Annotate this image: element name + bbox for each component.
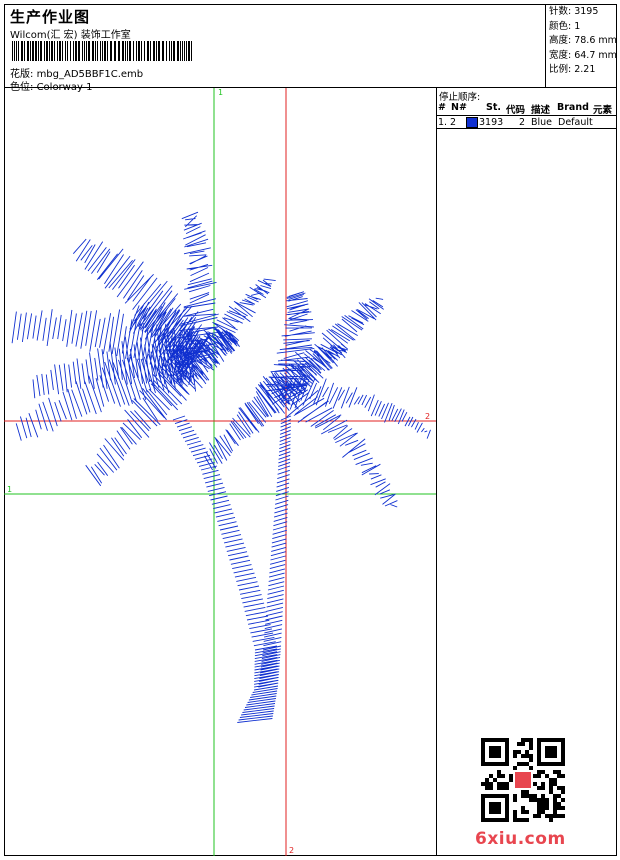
red-bottom-label: 2	[289, 846, 295, 855]
row-code: 2	[519, 117, 526, 128]
col-needle: N#	[451, 102, 467, 113]
design-stats: 针数: 3195 颜色: 1 高度: 78.6 mm 宽度: 64.7 mm 比…	[545, 4, 617, 88]
design-height: 高度: 78.6 mm	[549, 35, 617, 46]
page-title: 生产作业图	[10, 8, 91, 26]
col-code: 代码	[506, 105, 526, 116]
design-width: 宽度: 64.7 mm	[549, 49, 617, 61]
table-row[interactable]: 1. 2 3193 2 Blue Default	[437, 116, 617, 129]
watermark-site: 6xiu.com	[475, 829, 566, 849]
palm-stitches	[11, 211, 431, 723]
row-stitches: 3193	[479, 117, 504, 128]
col-elements: 元素	[593, 105, 613, 116]
company-name: Wilcom(汇 宏) 装饰工作室	[10, 30, 131, 41]
barcode	[12, 41, 193, 61]
stitch-count: 针数: 3195	[549, 6, 599, 17]
header: 生产作业图 Wilcom(汇 宏) 装饰工作室 花版: mbg_AD5BBF1C…	[4, 4, 617, 93]
row-needle: 2	[450, 117, 457, 128]
stitch-path	[11, 211, 431, 723]
row-brand: Default	[558, 117, 593, 128]
col-index: #	[438, 102, 446, 113]
design-canvas: 1 1 2 2	[4, 88, 437, 856]
col-stitches: St.	[486, 102, 501, 113]
design-scale: 比例: 2.21	[549, 64, 596, 75]
palm-tree-embroidery	[4, 88, 436, 856]
green-left-label: 1	[7, 485, 13, 494]
color-count: 颜色: 1	[549, 20, 581, 32]
col-description: 描述	[531, 105, 551, 116]
green-top-label: 1	[218, 88, 224, 97]
qr-code	[481, 738, 565, 822]
col-brand: Brand	[557, 102, 589, 113]
row-description: Blue	[531, 117, 553, 128]
red-right-label: 2	[425, 412, 431, 421]
row-index: 1.	[438, 117, 448, 128]
stop-sequence-header: # N# St. 代码 描述 Brand 元素	[437, 101, 617, 116]
thread-color-swatch	[466, 117, 478, 128]
